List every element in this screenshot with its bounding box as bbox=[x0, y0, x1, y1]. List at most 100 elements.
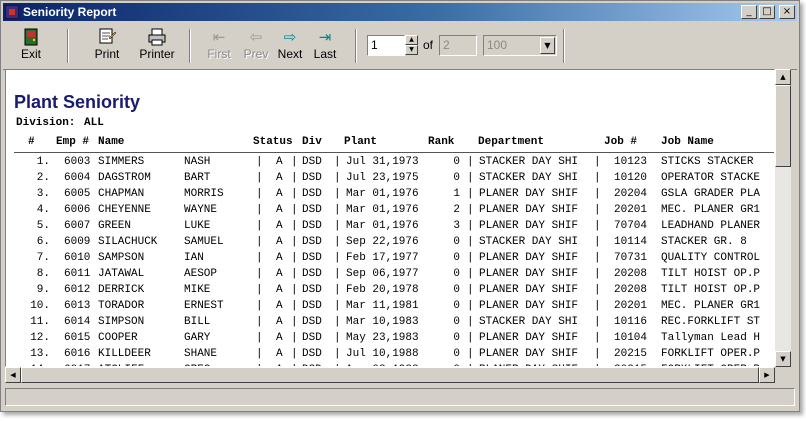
column-separator: | bbox=[256, 188, 263, 200]
row-first-name: WAYNE bbox=[184, 204, 218, 216]
column-separator: | bbox=[256, 236, 263, 248]
row-job-number: 20201 bbox=[614, 204, 648, 216]
app-icon[interactable] bbox=[5, 5, 19, 19]
column-separator: | bbox=[594, 156, 601, 168]
row-rank: 0 bbox=[453, 252, 460, 264]
row-emp-number: 6009 bbox=[64, 236, 91, 248]
col-header-status: Status bbox=[253, 136, 293, 148]
scroll-down-icon[interactable]: ▼ bbox=[775, 351, 791, 367]
row-plant-date: Jul 10,1988 bbox=[346, 348, 419, 360]
column-separator: | bbox=[256, 172, 263, 184]
row-status: A bbox=[276, 284, 283, 296]
row-first-name: SAMUEL bbox=[184, 236, 224, 248]
column-separator: | bbox=[256, 156, 263, 168]
row-job-name: OPERATOR STACKE bbox=[661, 172, 761, 184]
row-emp-number: 6005 bbox=[64, 188, 91, 200]
row-status: A bbox=[276, 268, 283, 280]
row-last-name: SILACHUCK bbox=[98, 236, 158, 248]
scroll-left-icon[interactable]: ◀ bbox=[5, 367, 21, 383]
row-first-name: MORRIS bbox=[184, 188, 224, 200]
prev-page-button[interactable]: ⇦ Prev bbox=[241, 27, 271, 65]
col-header-department: Department bbox=[478, 136, 545, 148]
column-separator: | bbox=[594, 172, 601, 184]
status-bar bbox=[3, 385, 797, 409]
spin-up-icon[interactable]: ▲ bbox=[405, 35, 418, 45]
toolbar-separator bbox=[355, 29, 357, 63]
row-first-name: MIKE bbox=[184, 284, 211, 296]
column-separator: | bbox=[594, 316, 601, 328]
column-separator: | bbox=[467, 220, 474, 232]
column-separator: | bbox=[256, 204, 263, 216]
exit-button[interactable]: Exit bbox=[13, 27, 49, 65]
column-separator: | bbox=[594, 348, 601, 360]
report-view[interactable]: Plant Seniority Division: ALL # Emp # Na… bbox=[5, 69, 775, 367]
row-first-name: LUKE bbox=[184, 220, 211, 232]
horizontal-scrollbar[interactable]: ◀ ▶ bbox=[5, 367, 775, 383]
vertical-scrollbar[interactable]: ▲ ▼ bbox=[775, 69, 791, 367]
row-number: 9. bbox=[36, 284, 50, 296]
current-page-input[interactable]: 1 bbox=[367, 35, 405, 56]
chevron-down-icon[interactable]: ▼ bbox=[540, 37, 555, 54]
row-last-name: SAMPSON bbox=[98, 252, 145, 264]
row-plant-date: Mar 01,1976 bbox=[346, 188, 419, 200]
table-row: 4. 6006 CHEYENNE WAYNE | A | DSD | Mar 01,1976 2 | P… bbox=[6, 202, 774, 218]
horizontal-scroll-thumb[interactable] bbox=[21, 367, 759, 383]
spin-down-icon[interactable]: ▼ bbox=[405, 45, 418, 55]
row-rank: 0 bbox=[453, 316, 460, 328]
scroll-up-icon[interactable]: ▲ bbox=[775, 69, 791, 85]
print-preview-icon bbox=[87, 27, 127, 47]
first-page-icon: ⇤ bbox=[212, 28, 226, 46]
row-status: A bbox=[276, 332, 283, 344]
title-bar[interactable]: Seniority Report _ □ × bbox=[3, 3, 797, 21]
next-page-button[interactable]: ⇨ Next bbox=[275, 27, 305, 65]
scroll-right-icon[interactable]: ▶ bbox=[759, 367, 775, 383]
print-button[interactable]: Print bbox=[87, 27, 127, 65]
row-last-name: KILLDEER bbox=[98, 348, 151, 360]
column-separator: | bbox=[467, 332, 474, 344]
row-job-number: 20215 bbox=[614, 348, 648, 360]
row-emp-number: 6016 bbox=[64, 348, 91, 360]
close-button[interactable]: × bbox=[779, 5, 795, 19]
last-page-button[interactable]: ⇥ Last bbox=[309, 27, 341, 65]
column-separator: | bbox=[334, 204, 341, 216]
column-separator: | bbox=[467, 348, 474, 360]
row-status: A bbox=[276, 204, 283, 216]
column-separator: | bbox=[334, 284, 341, 296]
column-separator: | bbox=[291, 348, 298, 360]
row-department: PLANER DAY SHIF bbox=[479, 332, 579, 344]
row-job-number: 70704 bbox=[614, 220, 648, 232]
column-separator: | bbox=[256, 300, 263, 312]
row-job-name: MEC. PLANER GR1 bbox=[661, 300, 761, 312]
report-title: Plant Seniority bbox=[14, 92, 141, 112]
row-job-number: 10116 bbox=[614, 316, 648, 328]
zoom-select[interactable]: 100 ▼ bbox=[483, 35, 557, 56]
column-separator: | bbox=[594, 268, 601, 280]
row-rank: 0 bbox=[453, 332, 460, 344]
vertical-scroll-thumb[interactable] bbox=[775, 85, 791, 167]
table-row: 12. 6015 COOPER GARY | A | DSD | May 23,1983 0 | PLA… bbox=[6, 330, 774, 346]
column-separator: | bbox=[334, 188, 341, 200]
row-job-number: 10114 bbox=[614, 236, 648, 248]
column-separator: | bbox=[291, 236, 298, 248]
prev-page-icon: ⇦ bbox=[249, 28, 263, 46]
table-row: 6. 6009 SILACHUCK SAMUEL | A | DSD | Sep 22,1976 0… bbox=[6, 234, 774, 250]
row-number: 3. bbox=[36, 188, 50, 200]
header-divider bbox=[14, 152, 774, 153]
maximize-button[interactable]: □ bbox=[759, 5, 775, 19]
page-spinner[interactable]: ▲ ▼ bbox=[405, 35, 418, 56]
column-separator: | bbox=[334, 156, 341, 168]
row-job-number: 10104 bbox=[614, 332, 648, 344]
first-page-button[interactable]: ⇤ First bbox=[203, 27, 235, 65]
row-last-name: SIMPSON bbox=[98, 316, 145, 328]
row-rank: 0 bbox=[453, 268, 460, 280]
last-label: Last bbox=[313, 47, 337, 61]
printer-icon bbox=[133, 27, 181, 47]
row-first-name: GARY bbox=[184, 332, 211, 344]
row-div: DSD bbox=[302, 268, 322, 280]
next-page-icon: ⇨ bbox=[283, 28, 297, 46]
row-job-number: 20208 bbox=[614, 268, 648, 280]
column-separator: | bbox=[594, 300, 601, 312]
row-plant-date: Mar 01,1976 bbox=[346, 220, 419, 232]
printer-button[interactable]: Printer bbox=[133, 27, 181, 65]
minimize-button[interactable]: _ bbox=[741, 5, 757, 19]
